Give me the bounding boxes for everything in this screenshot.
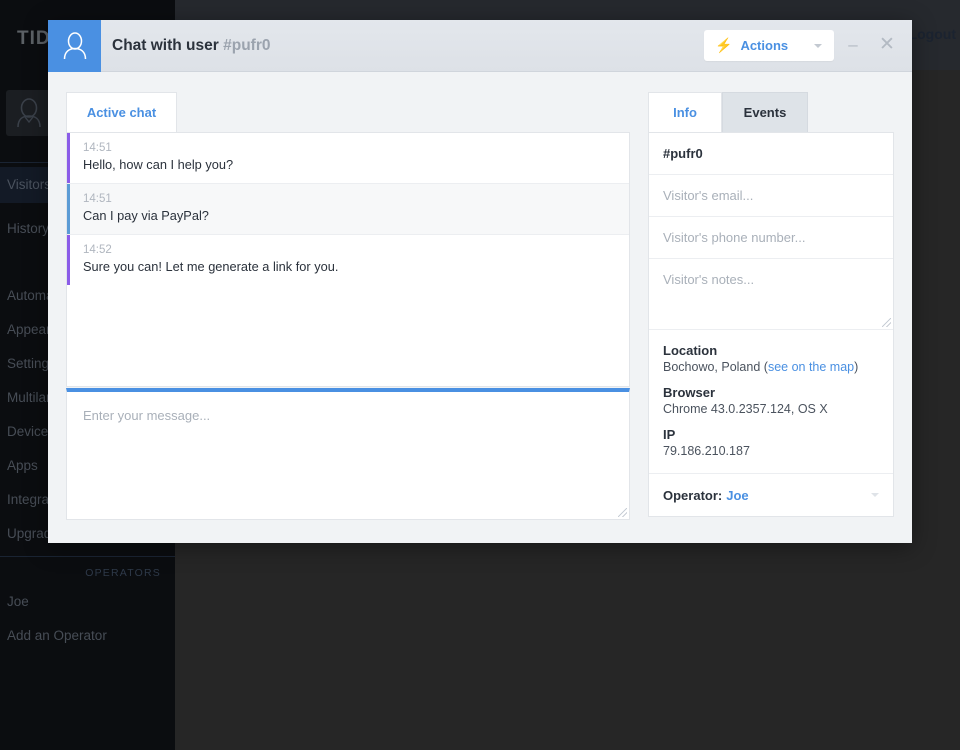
message-time: 14:51 <box>83 193 629 205</box>
ip-value: 79.186.210.187 <box>663 444 879 458</box>
resize-grip-icon[interactable] <box>882 318 891 327</box>
message-role-bar <box>67 235 70 285</box>
visitor-phone-row <box>649 217 893 259</box>
visitor-details: Location Bochowo, Poland (see on the map… <box>649 330 893 474</box>
close-button[interactable]: ✕ <box>875 34 899 58</box>
header-title-text: Chat with user <box>112 37 219 54</box>
chat-dialog: Chat with user #pufr0 ⚡ Actions – ✕ Acti… <box>48 20 912 543</box>
browser-value: Chrome 43.0.2357.124, OS X <box>663 402 879 416</box>
nav-divider <box>0 556 175 557</box>
see-on-the-map-link[interactable]: see on the map <box>768 360 854 374</box>
message-input-wrap <box>66 388 630 520</box>
visitor-email-input[interactable] <box>663 188 879 203</box>
actions-button[interactable]: ⚡ Actions <box>704 30 834 61</box>
location-text: Bochowo, Poland ( <box>663 360 768 374</box>
visitor-notes-input[interactable] <box>663 272 879 316</box>
actions-button-label: Actions <box>740 38 788 53</box>
visitor-phone-input[interactable] <box>663 230 879 245</box>
dialog-body: Active chat 14:51 Hello, how can I help … <box>48 72 912 543</box>
message-item: 14:51 Can I pay via PayPal? <box>67 183 629 235</box>
visitor-id: #pufr0 <box>663 146 703 161</box>
logout-link[interactable]: Logout <box>909 26 956 42</box>
visitor-id-row: #pufr0 <box>649 133 893 175</box>
messages-panel[interactable]: 14:51 Hello, how can I help you? 14:51 C… <box>66 132 630 387</box>
sidebar-operator-joe[interactable]: Joe <box>0 584 175 620</box>
visitor-notes-row <box>649 259 893 330</box>
message-time: 14:52 <box>83 244 629 256</box>
chevron-down-icon <box>814 44 822 48</box>
info-panel: #pufr0 Location Bochowo, Poland (see on … <box>648 132 894 517</box>
tab-info[interactable]: Info <box>648 92 722 132</box>
info-tabs: Info Events <box>648 92 894 132</box>
user-avatar-icon <box>15 98 43 128</box>
chevron-down-icon <box>871 493 879 497</box>
operator-label: Operator: <box>663 488 722 503</box>
sidebar-add-operator[interactable]: Add an Operator <box>0 618 175 654</box>
message-input[interactable] <box>67 392 629 519</box>
browser-label: Browser <box>663 385 879 400</box>
location-value: Bochowo, Poland (see on the map) <box>663 360 879 374</box>
dialog-header: Chat with user #pufr0 ⚡ Actions – ✕ <box>48 20 912 72</box>
ip-label: IP <box>663 427 879 442</box>
resize-grip-icon[interactable] <box>618 508 627 517</box>
avatar[interactable] <box>6 90 52 136</box>
operator-select[interactable]: Operator: Joe <box>649 474 893 516</box>
message-time: 14:51 <box>83 142 629 154</box>
app-logo[interactable]: TID <box>17 28 51 50</box>
info-column: Info Events #pufr0 Location <box>648 92 894 517</box>
message-role-bar <box>67 184 70 234</box>
message-item: 14:52 Sure you can! Let me generate a li… <box>67 235 629 285</box>
operators-section-label: OPERATORS <box>0 562 175 584</box>
lightning-bolt-icon: ⚡ <box>715 37 732 54</box>
message-role-bar <box>67 133 70 183</box>
operator-value: Joe <box>726 488 748 503</box>
header-avatar <box>48 20 101 72</box>
message-text: Can I pay via PayPal? <box>83 208 629 223</box>
tab-events[interactable]: Events <box>722 92 808 132</box>
message-text: Sure you can! Let me generate a link for… <box>83 259 629 274</box>
location-suffix: ) <box>854 360 858 374</box>
message-item: 14:51 Hello, how can I help you? <box>67 133 629 183</box>
minimize-button[interactable]: – <box>841 34 865 58</box>
page-title: Chat with user #pufr0 <box>112 20 270 72</box>
tab-active-chat[interactable]: Active chat <box>66 92 177 132</box>
visitor-email-row <box>649 175 893 217</box>
message-text: Hello, how can I help you? <box>83 157 629 172</box>
user-avatar-icon <box>62 32 88 60</box>
header-user-id: #pufr0 <box>223 37 270 54</box>
location-label: Location <box>663 343 879 358</box>
chat-column: Active chat 14:51 Hello, how can I help … <box>66 92 630 520</box>
